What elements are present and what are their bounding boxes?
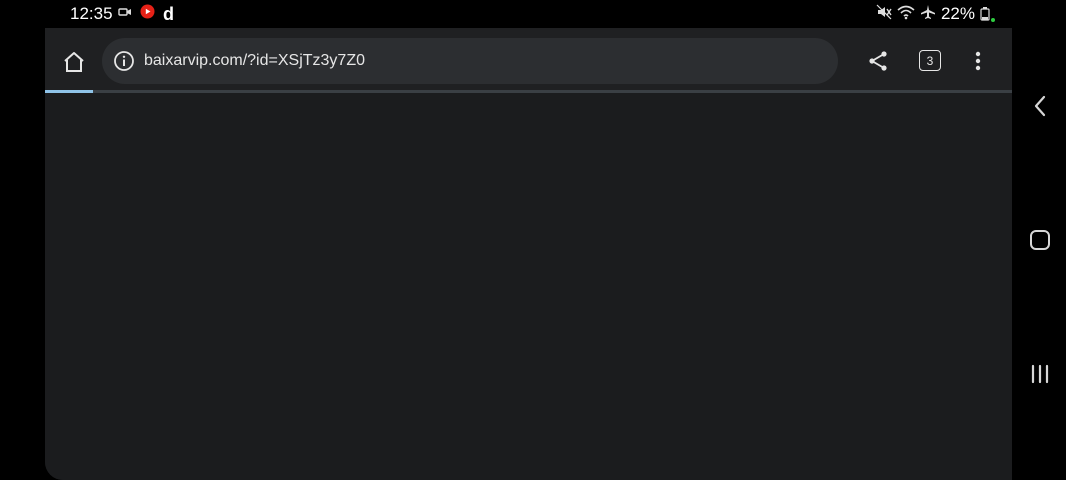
navigation-bar <box>1012 0 1066 480</box>
status-time: 12:35 <box>70 4 113 23</box>
battery-icon <box>980 6 995 22</box>
airplane-icon <box>920 4 936 25</box>
browser-window: baixarvip.com/?id=XSjTz3y7Z0 3 <box>45 28 1012 480</box>
more-menu-button[interactable] <box>963 46 993 76</box>
site-info-icon[interactable] <box>112 49 136 73</box>
back-icon <box>1034 95 1046 117</box>
charging-dot <box>991 18 995 22</box>
share-button[interactable] <box>865 48 891 74</box>
recents-icon <box>1031 364 1049 384</box>
browser-toolbar: baixarvip.com/?id=XSjTz3y7Z0 3 <box>45 28 1012 92</box>
youtube-icon <box>140 4 155 24</box>
d-app-icon: d <box>163 4 174 24</box>
tab-switcher-button[interactable]: 3 <box>919 50 941 71</box>
status-left-icons: d <box>118 4 174 24</box>
recents-button[interactable] <box>1026 360 1054 388</box>
share-icon <box>869 51 887 71</box>
wifi-icon <box>897 4 915 25</box>
home-icon <box>64 52 84 72</box>
more-vert-icon <box>975 51 981 71</box>
address-bar[interactable]: baixarvip.com/?id=XSjTz3y7Z0 <box>102 38 838 84</box>
back-button[interactable] <box>1026 92 1054 120</box>
battery-percent: 22% <box>940 4 975 23</box>
url-text[interactable]: baixarvip.com/?id=XSjTz3y7Z0 <box>144 52 365 70</box>
page-content <box>45 93 1012 480</box>
home-square-icon <box>1030 230 1050 250</box>
home-nav-button[interactable] <box>1026 226 1054 254</box>
status-right-icons: 22% <box>876 4 995 25</box>
status-bar: 12:35 d 22% <box>0 0 1066 28</box>
home-button[interactable] <box>59 48 89 76</box>
mute-icon <box>876 4 892 25</box>
video-camera-icon <box>118 5 132 23</box>
